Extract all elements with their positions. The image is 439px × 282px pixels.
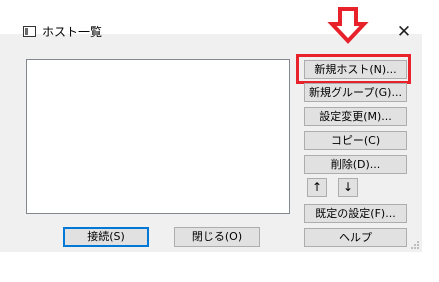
annotation-highlight-box [296, 54, 411, 84]
host-list[interactable] [26, 59, 290, 214]
window-icon [23, 26, 36, 37]
connect-button[interactable]: 接続(S) [63, 227, 149, 247]
change-settings-button[interactable]: 設定変更(M)... [304, 107, 407, 126]
resize-grip-icon[interactable] [410, 240, 420, 250]
help-button[interactable]: ヘルプ [304, 228, 407, 247]
move-up-button[interactable]: ↑ [307, 178, 327, 197]
new-group-button[interactable]: 新規グループ(G)... [304, 83, 407, 102]
copy-button[interactable]: コピー(C) [304, 131, 407, 150]
host-list-dialog: ホスト一覧 ✕ 新規ホスト(N)... 新規グループ(G)... 設定変更(M)… [0, 0, 422, 252]
close-button[interactable]: 閉じる(O) [174, 227, 260, 247]
delete-button[interactable]: 削除(D)... [304, 155, 407, 174]
window-title: ホスト一覧 [42, 25, 103, 39]
close-icon[interactable]: ✕ [392, 22, 416, 42]
annotation-arrow-down-icon [327, 7, 369, 44]
default-settings-button[interactable]: 既定の設定(F)... [304, 204, 407, 223]
move-down-button[interactable]: ↓ [338, 178, 358, 197]
